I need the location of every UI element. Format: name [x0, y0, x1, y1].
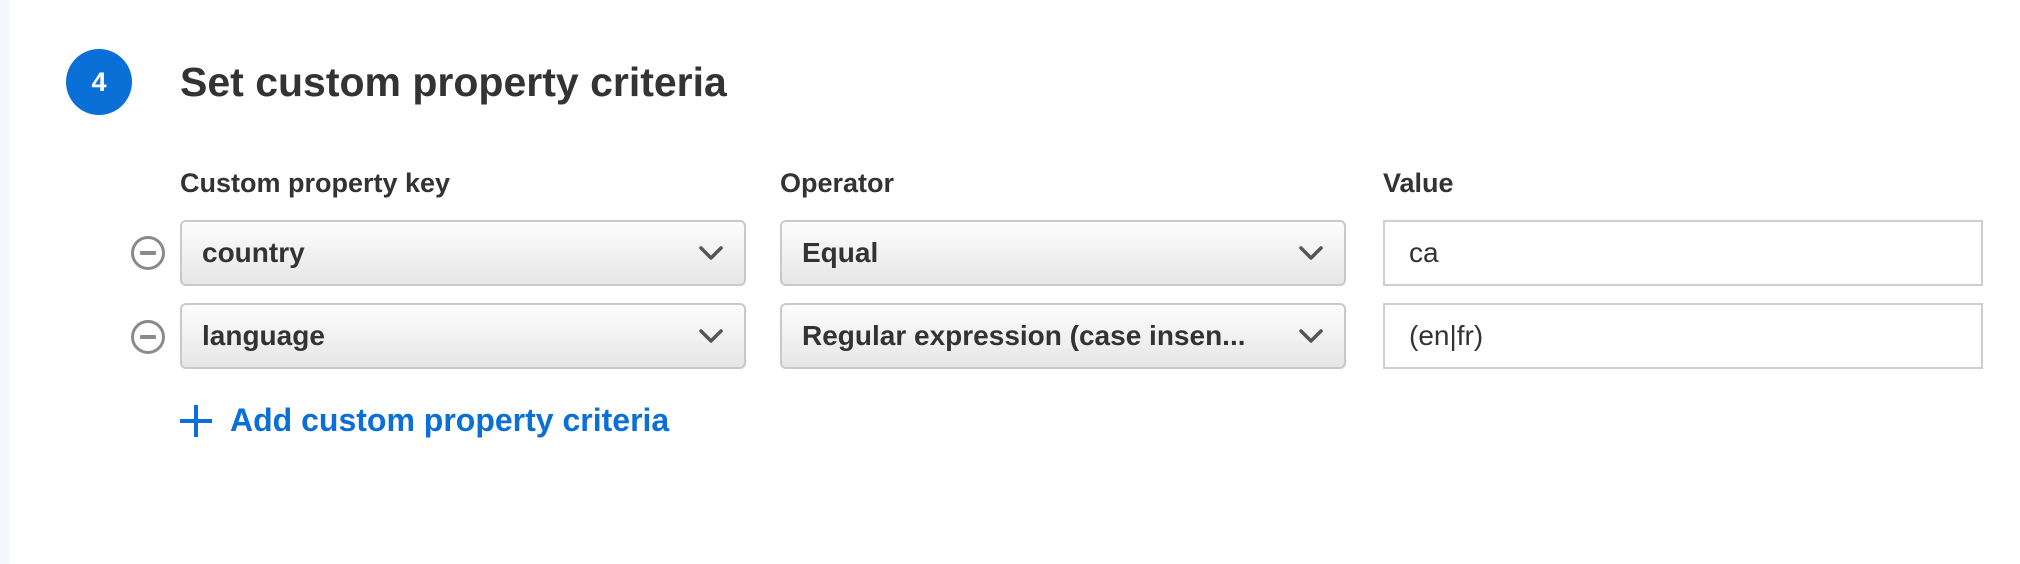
add-criteria-label: Add custom property criteria [230, 402, 670, 438]
remove-criteria-button[interactable] [131, 320, 165, 354]
chevron-down-icon [1299, 246, 1323, 260]
section-title: Set custom property criteria [180, 59, 727, 105]
chevron-down-icon [699, 246, 723, 260]
plus-icon [180, 404, 212, 437]
value-input[interactable] [1383, 220, 1983, 286]
add-criteria-link[interactable]: Add custom property criteria [180, 402, 669, 439]
minus-circle-icon [140, 335, 156, 339]
custom-property-key-select[interactable]: country [180, 220, 746, 286]
remove-criteria-button[interactable] [131, 236, 165, 270]
column-header-value: Value [1383, 168, 1454, 198]
chevron-down-icon [699, 329, 723, 343]
selected-operator: Regular expression (case insen... [802, 320, 1246, 351]
page-left-edge [0, 0, 9, 564]
selected-operator: Equal [802, 237, 879, 268]
column-header-key: Custom property key [180, 168, 451, 198]
selected-key: country [202, 237, 305, 268]
operator-select[interactable]: Equal [780, 220, 1346, 286]
operator-select[interactable]: Regular expression (case insen... [780, 303, 1346, 369]
custom-property-key-select[interactable]: language [180, 303, 746, 369]
column-header-operator: Operator [780, 168, 895, 198]
chevron-down-icon [1299, 329, 1323, 343]
step-number-badge: 4 [66, 49, 132, 115]
selected-key: language [202, 320, 325, 351]
value-input[interactable] [1383, 303, 1983, 369]
minus-circle-icon [140, 251, 156, 255]
